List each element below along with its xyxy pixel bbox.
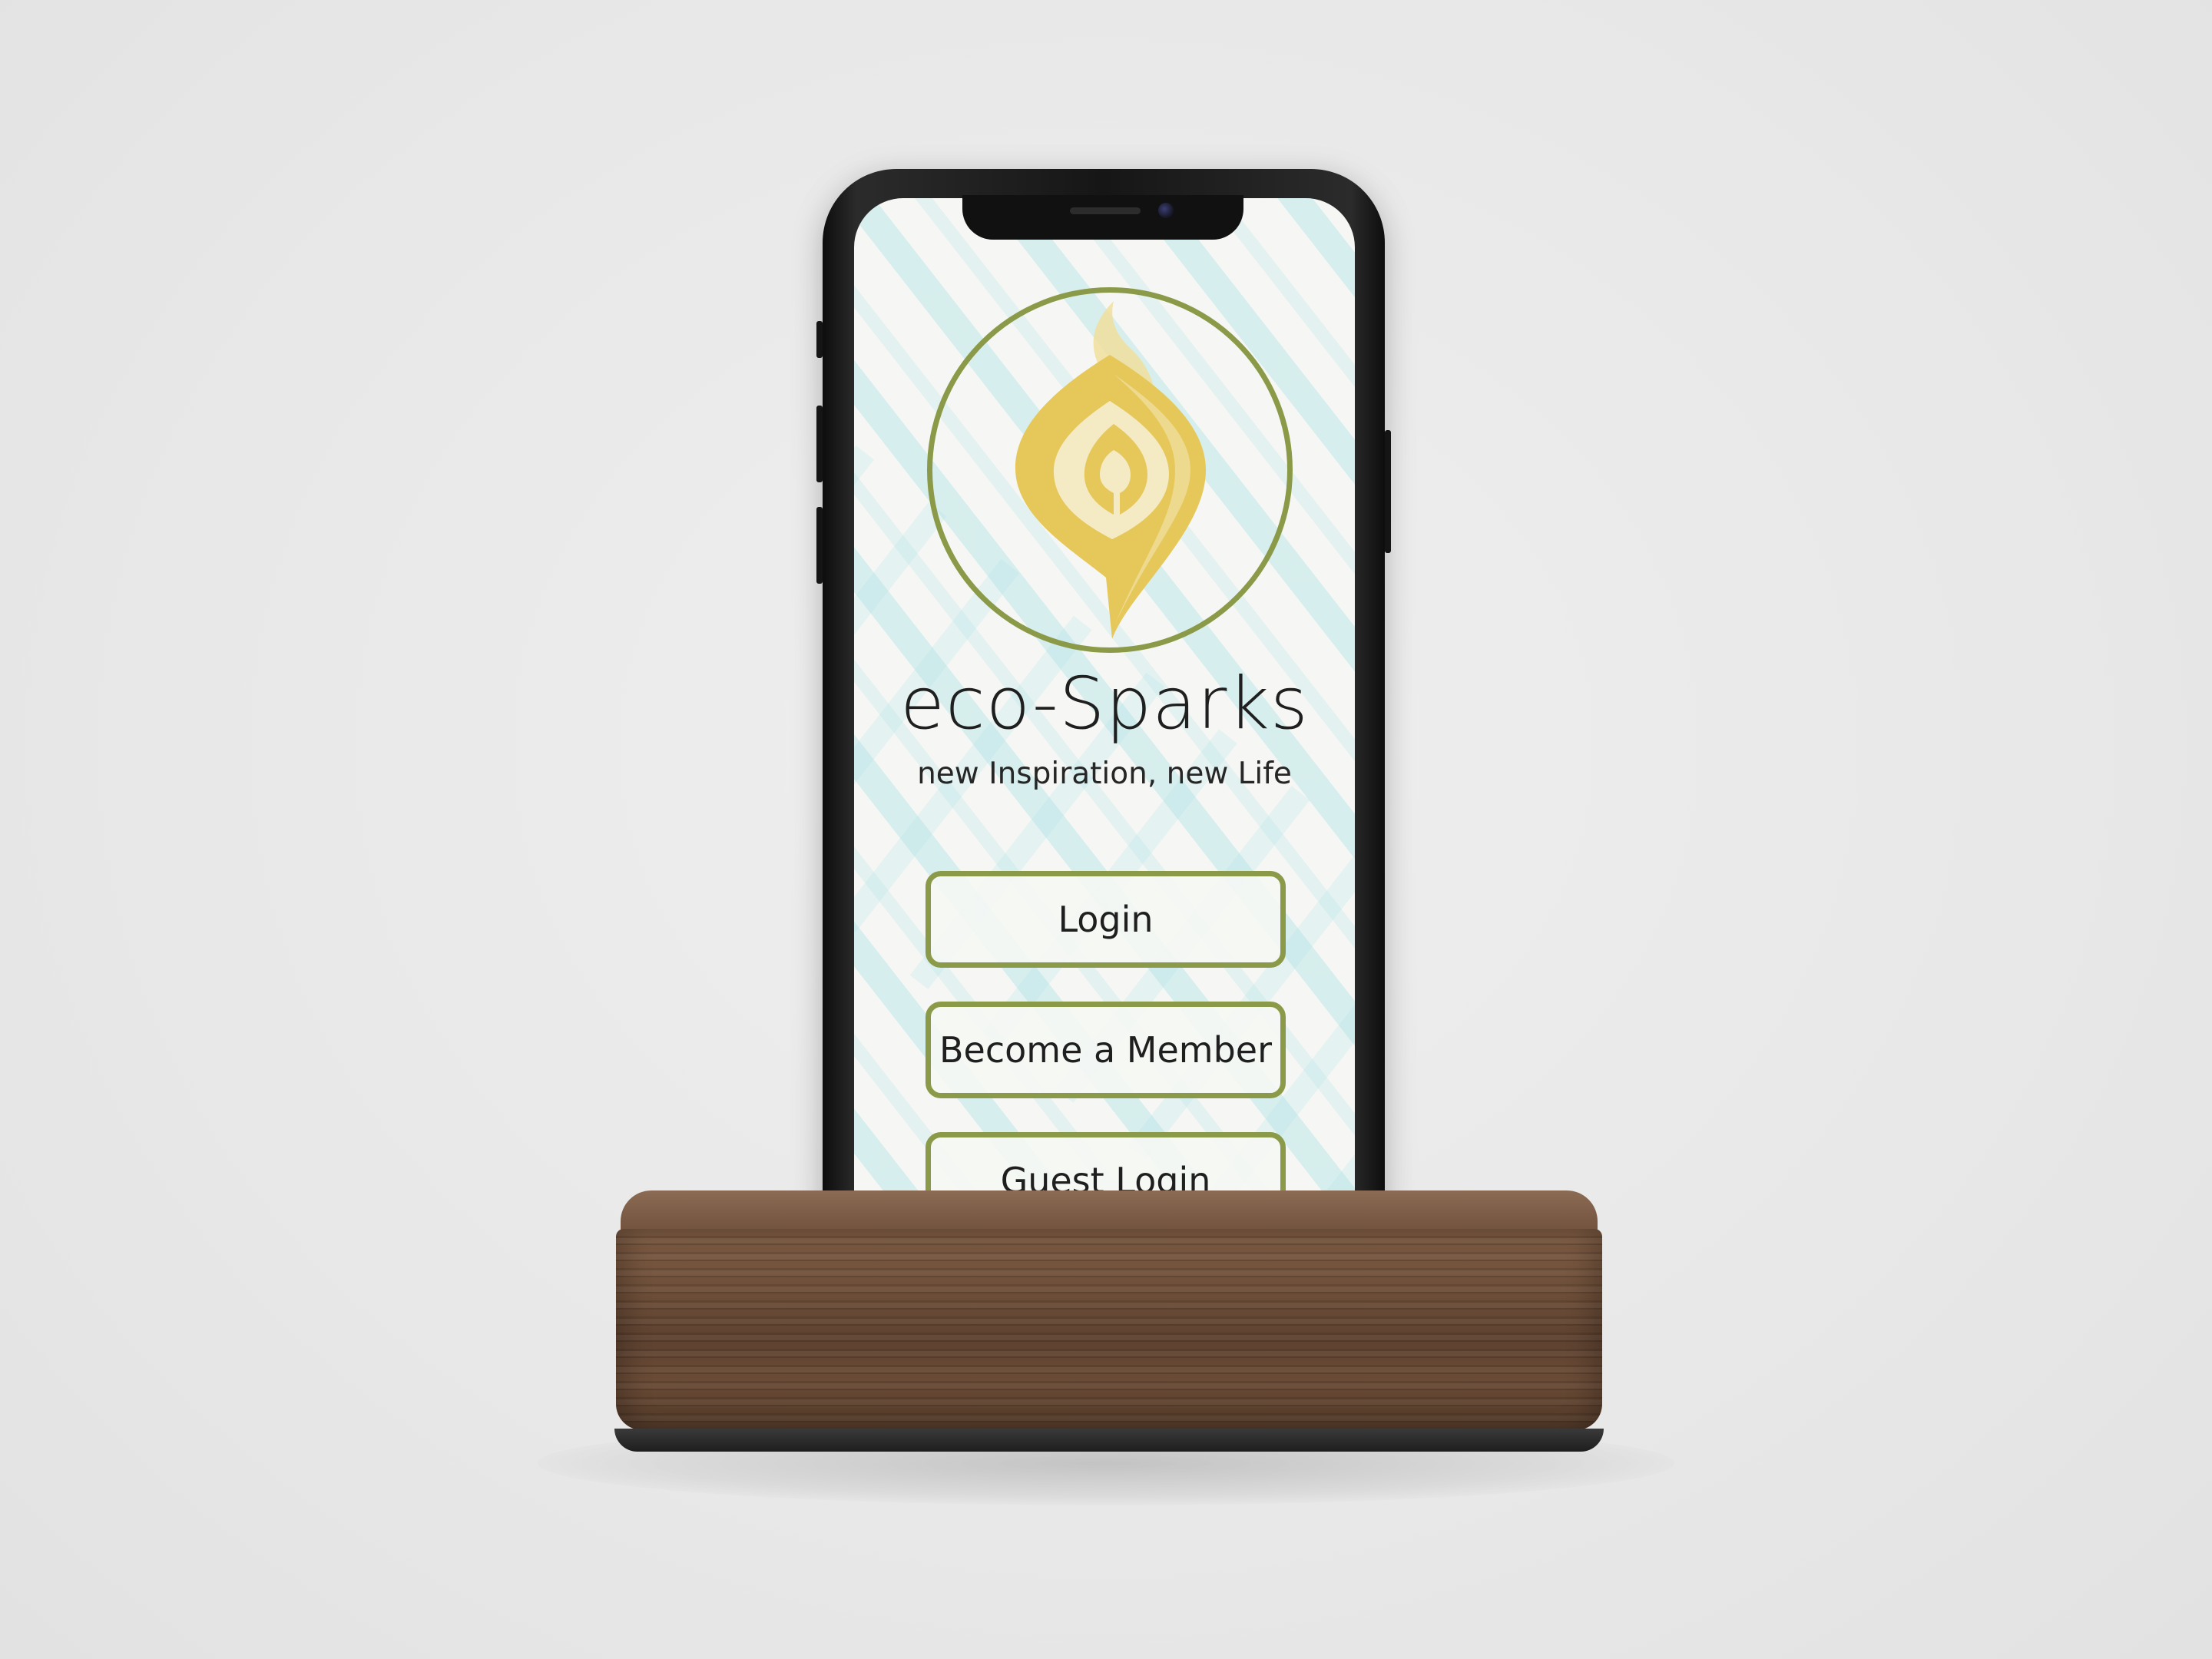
app-tagline: new Inspiration, new Life bbox=[917, 757, 1292, 791]
earpiece-speaker bbox=[1070, 207, 1141, 214]
front-camera bbox=[1158, 203, 1174, 218]
stand-base-plate bbox=[614, 1429, 1604, 1452]
become-member-button[interactable]: Become a Member bbox=[926, 1002, 1286, 1098]
login-button[interactable]: Login bbox=[926, 871, 1286, 968]
side-button-volume-down bbox=[816, 507, 823, 584]
flame-leaf-logo-icon bbox=[1015, 301, 1206, 639]
side-button-volume-up bbox=[816, 406, 823, 482]
app-title: eco-Sparks bbox=[900, 662, 1309, 746]
wooden-stand bbox=[616, 1229, 1602, 1430]
side-button-silent bbox=[816, 321, 823, 358]
side-button-power bbox=[1385, 430, 1391, 553]
phone-notch bbox=[962, 195, 1243, 240]
